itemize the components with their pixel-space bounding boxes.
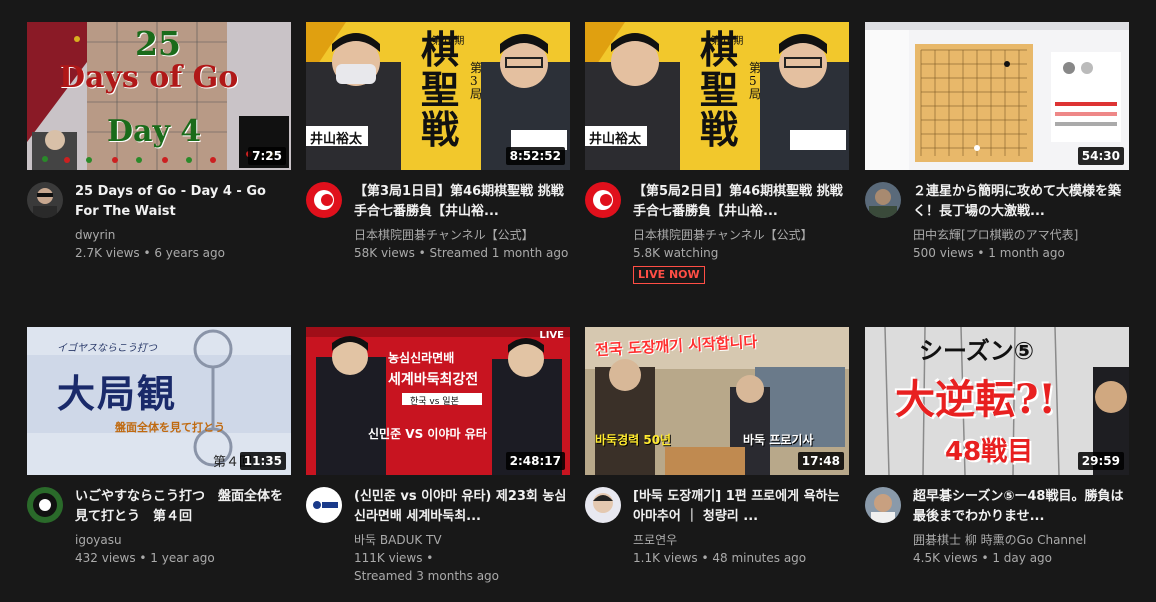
thumbnail[interactable]: 전국 도장깨기 시작합니다 바둑경력 50년 바둑 프로기사 17:48	[585, 327, 849, 475]
thumb-live-tag: LIVE	[539, 330, 564, 341]
channel-name[interactable]: 日本棋院囲碁チャンネル【公式】	[633, 226, 849, 244]
channel-avatar[interactable]	[27, 487, 63, 523]
thumb-comeback: 大逆転?!	[895, 376, 1056, 423]
video-stats: 432 views • 1 year ago	[75, 551, 215, 565]
video-title[interactable]: 【第5局2日目】第46期棋聖戦 挑戦手合七番勝負【井山裕...	[633, 182, 849, 222]
duration-badge: 8:52:52	[505, 147, 565, 165]
thumb-game-count: 48戦目	[945, 437, 1034, 467]
thumbnail[interactable]: 25 Days of Go Day 4 7:25	[27, 22, 291, 170]
thumbnail[interactable]: 第46期 棋聖戦 井山裕太 第3局 8:52:52	[306, 22, 570, 170]
thumb-title-1: 25	[135, 24, 181, 63]
channel-name[interactable]: 프로연우	[633, 531, 849, 549]
video-title[interactable]: 25 Days of Go - Day 4 - Go For The Waist	[75, 182, 291, 222]
video-title[interactable]: (신민준 vs 이야마 유타) 제23회 농심신라면배 세계바둑최...	[354, 487, 570, 527]
video-stats: 5.8K watching	[633, 246, 719, 260]
video-card-7[interactable]: 전국 도장깨기 시작합니다 바둑경력 50년 바둑 프로기사 17:48 [바둑…	[585, 327, 849, 567]
video-card-6[interactable]: 농심신라면배 세계바둑최강전 한국 vs 일본 신민준 VS 이야마 유타 LI…	[306, 327, 570, 585]
thumb-kisei-title: 棋聖戦	[699, 27, 738, 152]
thumbnail[interactable]: 농심신라면배 세계바둑최강전 한국 vs 일본 신민준 VS 이야마 유타 LI…	[306, 327, 570, 475]
duration-badge: 11:35	[239, 452, 286, 470]
channel-name[interactable]: 囲碁棋士 柳 時熏のGo Channel	[913, 531, 1129, 549]
live-now-badge: LIVE NOW	[633, 266, 705, 284]
channel-avatar[interactable]	[585, 487, 621, 523]
thumb-big-title: 大局観	[57, 371, 178, 416]
thumbnail[interactable]: 54:30	[865, 22, 1129, 170]
channel-name[interactable]: 바둑 BADUK TV	[354, 531, 570, 549]
video-card-8[interactable]: シーズン⑤ 大逆転?! 48戦目 29:59 超早碁シーズン⑤ー48戦目。勝負は…	[865, 327, 1129, 567]
channel-name[interactable]: dwyrin	[75, 226, 291, 244]
video-title[interactable]: 【第3局1日目】第46期棋聖戦 挑戦手合七番勝負【井山裕...	[354, 182, 570, 222]
video-stats: 4.5K views • 1 day ago	[913, 551, 1053, 565]
video-stats: 2.7K views • 6 years ago	[75, 246, 225, 260]
channel-avatar[interactable]	[306, 182, 342, 218]
duration-badge: 54:30	[1077, 147, 1124, 165]
video-stats: 1.1K views • 48 minutes ago	[633, 551, 807, 565]
thumb-kisei-title: 棋聖戦	[420, 27, 459, 152]
duration-badge: 17:48	[797, 452, 844, 470]
thumb-subtitle: イゴヤスならこう打つ	[57, 343, 157, 354]
thumb-caption: 盤面全体を見て打とう	[115, 421, 225, 434]
video-card-1[interactable]: 25 Days of Go Day 4 7:25 25 Days of Go -…	[27, 22, 291, 262]
thumb-matchup: 신민준 VS 이야마 유타	[368, 427, 487, 441]
video-title[interactable]: いごやすならこう打つ 盤面全体を見て打とう 第４回	[75, 487, 291, 527]
channel-name[interactable]: igoyasu	[75, 531, 291, 549]
video-stats: 58K views • Streamed 1 month ago	[354, 246, 569, 260]
thumb-player-name: 井山裕太	[589, 132, 642, 147]
thumb-event-name: 농심신라면배	[388, 351, 455, 365]
channel-avatar[interactable]	[865, 487, 901, 523]
channel-avatar[interactable]	[306, 487, 342, 523]
channel-name[interactable]: 日本棋院囲碁チャンネル【公式】	[354, 226, 570, 244]
thumbnail[interactable]: シーズン⑤ 大逆転?! 48戦目 29:59	[865, 327, 1129, 475]
channel-name[interactable]: 田中玄輝[プロ棋戦のアマ代表]	[913, 226, 1129, 244]
duration-badge: 7:25	[248, 147, 286, 165]
thumb-season: シーズン⑤	[919, 337, 1035, 365]
thumb-player-name: 井山裕太	[310, 132, 363, 147]
duration-badge: 2:48:17	[505, 452, 565, 470]
video-card-3[interactable]: 第46期 棋聖戦 井山裕太 第5局 【第5局2日目】第46期棋聖戦 挑戦手合七番…	[585, 22, 849, 284]
thumb-title-3: Day 4	[107, 114, 202, 149]
thumbnail[interactable]: イゴヤスならこう打つ 大局観 盤面全体を見て打とう 第４回 11:35	[27, 327, 291, 475]
thumb-championship: 세계바둑최강전	[388, 372, 479, 388]
video-title[interactable]: ２連星から簡明に攻めて大模様を築く！長丁場の大激戦...	[913, 182, 1129, 222]
channel-avatar[interactable]	[585, 182, 621, 218]
thumb-career: 바둑경력 50년	[595, 433, 672, 447]
video-card-2[interactable]: 第46期 棋聖戦 井山裕太 第3局 8:52:52 【第3局1日目】第46期棋聖…	[306, 22, 570, 262]
video-stats-line2: Streamed 3 months ago	[354, 569, 500, 583]
video-stats: 500 views • 1 month ago	[913, 246, 1065, 260]
video-card-5[interactable]: イゴヤスならこう打つ 大局観 盤面全体を見て打とう 第４回 11:35 いごやす…	[27, 327, 291, 567]
thumb-game-number: 第3局	[470, 61, 483, 101]
video-stats: 111K views •	[354, 551, 434, 565]
duration-badge: 29:59	[1077, 452, 1124, 470]
video-title[interactable]: [바둑 도장깨기] 1편 프로에게 욕하는 아마추어 ｜ 청량리 ...	[633, 487, 849, 527]
thumbnail[interactable]: 第46期 棋聖戦 井山裕太 第5局	[585, 22, 849, 170]
thumb-pro: 바둑 프로기사	[743, 433, 814, 447]
thumb-title-2: Days of Go	[59, 60, 239, 95]
thumb-game-number: 第5局	[749, 61, 762, 101]
video-card-4[interactable]: 54:30 ２連星から簡明に攻めて大模様を築く！長丁場の大激戦... 田中玄輝[…	[865, 22, 1129, 262]
video-title[interactable]: 超早碁シーズン⑤ー48戦目。勝負は最後までわかりませ...	[913, 487, 1129, 527]
channel-avatar[interactable]	[27, 182, 63, 218]
channel-avatar[interactable]	[865, 182, 901, 218]
thumb-matchup-label: 한국 vs 일본	[410, 397, 459, 407]
